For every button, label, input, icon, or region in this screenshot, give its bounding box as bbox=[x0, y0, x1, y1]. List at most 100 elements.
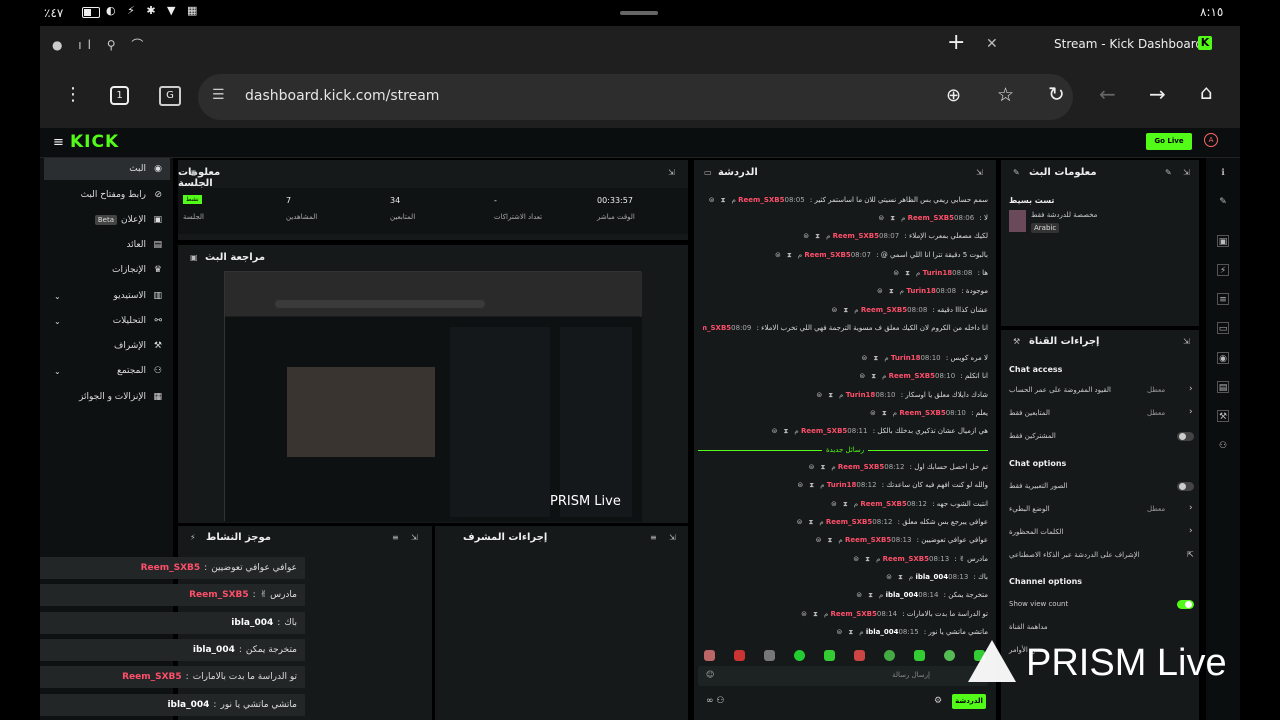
message-user[interactable]: Reem_SXB5 bbox=[826, 518, 872, 526]
followers-only-row[interactable]: المتابعين فقط معطل › bbox=[1001, 407, 1199, 421]
message-user[interactable]: Reem_SXB5 bbox=[860, 500, 906, 508]
delete-icon[interactable]: ⊜ bbox=[816, 391, 822, 399]
delete-icon[interactable]: ⊜ bbox=[859, 372, 865, 380]
message-user[interactable]: Reem_SXB5 bbox=[738, 196, 784, 204]
view-count-toggle[interactable] bbox=[1177, 600, 1194, 609]
forward-icon[interactable]: → bbox=[1149, 82, 1166, 106]
delete-icon[interactable]: ⊜ bbox=[853, 555, 859, 563]
expand-icon[interactable]: ⇲ bbox=[411, 533, 418, 542]
message-user[interactable]: Turin18 bbox=[906, 287, 936, 295]
pin-icon[interactable]: ⧗ bbox=[865, 555, 870, 563]
delete-icon[interactable]: ⊜ bbox=[816, 536, 822, 544]
pin-icon[interactable]: ⧗ bbox=[868, 591, 873, 599]
zoom-icon[interactable]: ⊕ bbox=[946, 85, 961, 106]
close-tab-button[interactable]: ✕ bbox=[986, 36, 998, 52]
chat-icon[interactable]: ▭ bbox=[1217, 322, 1229, 334]
sidebar-item-moderation[interactable]: ⚒ الإشراف bbox=[44, 335, 170, 357]
sidebar-item-community[interactable]: ⚇ المجتمع ⌄ bbox=[44, 360, 170, 382]
emote-icon[interactable] bbox=[854, 650, 865, 661]
delete-icon[interactable]: ⊜ bbox=[709, 196, 715, 204]
pin-icon[interactable]: ⧗ bbox=[813, 610, 818, 618]
sidebar-item-stream[interactable]: ◉ البث bbox=[44, 158, 170, 180]
delete-icon[interactable]: ⊜ bbox=[797, 518, 803, 526]
message-user[interactable]: Reem_SXB5 bbox=[908, 214, 954, 222]
site-settings-icon[interactable]: ☰ bbox=[212, 87, 225, 103]
emote-icon[interactable] bbox=[944, 650, 955, 661]
users-icon[interactable]: ⚇ bbox=[1217, 440, 1229, 452]
chat-message[interactable]: سمم حسابي ريمي بس الظاهر نسيتي للان ما ا… bbox=[703, 196, 988, 213]
send-chat-button[interactable]: الدردشة bbox=[952, 694, 986, 709]
pin-icon[interactable]: ⧗ bbox=[873, 354, 878, 362]
expand-icon[interactable]: ⇲ bbox=[669, 533, 676, 542]
message-user[interactable]: Reem_SXB5 bbox=[889, 372, 935, 380]
chat-message[interactable]: موجودة : Turin1808:08 م⧗⊜ bbox=[703, 287, 988, 304]
chat-message[interactable]: بالبوت 5 دقيقة تترا انا اللي اسمي @ : Re… bbox=[703, 251, 988, 268]
reload-icon[interactable]: ↻ bbox=[1048, 82, 1065, 106]
chat-message[interactable]: انتبت الشوب جهه : Reem_SXB508:12 م⧗⊜ bbox=[703, 500, 988, 517]
menu-dots-icon[interactable]: ⋮ bbox=[64, 84, 82, 105]
kick-logo[interactable]: KICK bbox=[70, 132, 119, 152]
delete-icon[interactable]: ⊜ bbox=[893, 269, 899, 277]
slow-mode-row[interactable]: الوضع البطيء معطل › bbox=[1001, 503, 1199, 517]
gear-icon[interactable]: ⚙ bbox=[934, 696, 942, 706]
delete-icon[interactable]: ⊜ bbox=[801, 610, 807, 618]
chat-message[interactable]: عوافي يبرجع بس شكله معلق : Reem_SXB508:1… bbox=[703, 518, 988, 535]
emote-icon[interactable] bbox=[824, 650, 835, 661]
chat-message[interactable]: هي ازميال عشان تذكيري بدخلك بالكل : Reem… bbox=[703, 427, 988, 444]
delete-icon[interactable]: ⊜ bbox=[772, 427, 778, 435]
pin-icon[interactable]: ⧗ bbox=[871, 372, 876, 380]
home-icon[interactable]: ⌂ bbox=[1200, 80, 1213, 104]
list-icon[interactable]: ≡ bbox=[1217, 293, 1229, 305]
pin-icon[interactable]: ⧗ bbox=[848, 628, 853, 636]
delete-icon[interactable]: ⊜ bbox=[877, 287, 883, 295]
delete-icon[interactable]: ⊜ bbox=[836, 628, 842, 636]
broadcast-icon[interactable]: ◉ bbox=[1217, 352, 1229, 364]
chat-message[interactable]: والله لو كنت افهم فيه كان ساعدتك : Turin… bbox=[703, 481, 988, 498]
pin-icon[interactable]: ⧗ bbox=[898, 573, 903, 581]
chat-message[interactable]: تو الدراسة ما بدت بالامارات : Reem_SXB50… bbox=[703, 610, 988, 627]
message-user[interactable]: Turin18 bbox=[827, 481, 857, 489]
emote-icon[interactable] bbox=[704, 650, 715, 661]
message-user[interactable]: Reem_SXB5 bbox=[845, 536, 891, 544]
filter-icon[interactable]: ≡ bbox=[392, 533, 399, 542]
pin-icon[interactable]: ⧗ bbox=[889, 287, 894, 295]
hammer-icon[interactable]: ⚒ bbox=[1217, 410, 1229, 422]
emotes-only-row[interactable]: الصور التعبيرية فقط bbox=[1001, 480, 1199, 494]
chat-message[interactable]: لا : Reem_SXB508:06 م⧗⊜ bbox=[703, 214, 988, 231]
filter-icon[interactable]: ≡ bbox=[650, 533, 657, 542]
chat-message[interactable]: انا داخله من الكروم لان الكيك معلق ف مسو… bbox=[703, 324, 988, 341]
sidebar-item-revenue[interactable]: ▤ العائد bbox=[44, 234, 170, 256]
avatar[interactable]: A bbox=[1204, 133, 1218, 147]
delete-icon[interactable]: ⊜ bbox=[870, 409, 876, 417]
pin-icon[interactable]: ⧗ bbox=[820, 463, 825, 471]
emotes-only-toggle[interactable] bbox=[1177, 482, 1194, 491]
delete-icon[interactable]: ⊜ bbox=[797, 481, 803, 489]
session-icon[interactable]: ▣ bbox=[1217, 235, 1229, 247]
pin-icon[interactable]: ⧗ bbox=[721, 196, 726, 204]
message-user[interactable]: Turin18 bbox=[846, 391, 876, 399]
edit-icon[interactable]: ✎ bbox=[1165, 168, 1172, 177]
account-age-row[interactable]: القيود المفروضة على عمر الحساب معطل › bbox=[1001, 384, 1199, 398]
new-tab-button[interactable]: + bbox=[947, 30, 965, 55]
message-user[interactable]: Reem_SXB5 bbox=[899, 409, 945, 417]
chat-message[interactable]: متخرجة يمكن : ibla_00408:14 م⧗⊜ bbox=[703, 591, 988, 608]
chat-message[interactable]: ها : Turin1808:08 م⧗⊜ bbox=[703, 269, 988, 286]
chat-message[interactable]: لكيك مصعلي بمعرب الإملاء : Reem_SXB508:0… bbox=[703, 232, 988, 249]
chat-input[interactable]: ☺ إرسال رسالة bbox=[698, 666, 988, 686]
layout-icon[interactable]: ▤ bbox=[1217, 381, 1229, 393]
stream-preview-video[interactable]: PRISM Live bbox=[224, 271, 642, 522]
subscribers-only-row[interactable]: المشتركين فقط bbox=[1001, 430, 1199, 444]
emote-icon[interactable] bbox=[914, 650, 925, 661]
address-bar[interactable]: ☰ dashboard.kick.com/stream ⊕ ☆ bbox=[198, 74, 1073, 120]
sidebar-item-studio[interactable]: ▥ الاستيديو ⌄ bbox=[44, 285, 170, 307]
message-user[interactable]: Reem_SXB5 bbox=[883, 555, 929, 563]
pin-icon[interactable]: ⧗ bbox=[882, 409, 887, 417]
delete-icon[interactable]: ⊜ bbox=[862, 354, 868, 362]
emote-icon[interactable] bbox=[794, 650, 805, 661]
chat-settings-icon[interactable]: ∞ ⚇ bbox=[706, 696, 724, 706]
pin-icon[interactable]: ⧗ bbox=[808, 518, 813, 526]
chat-message[interactable]: شادك دايلاك معلق يا اوسكار : Turin1808:1… bbox=[703, 391, 988, 408]
message-user[interactable]: Reem_SXB5 bbox=[703, 324, 731, 332]
delete-icon[interactable]: ⊜ bbox=[775, 251, 781, 259]
pin-icon[interactable]: ⧗ bbox=[828, 391, 833, 399]
